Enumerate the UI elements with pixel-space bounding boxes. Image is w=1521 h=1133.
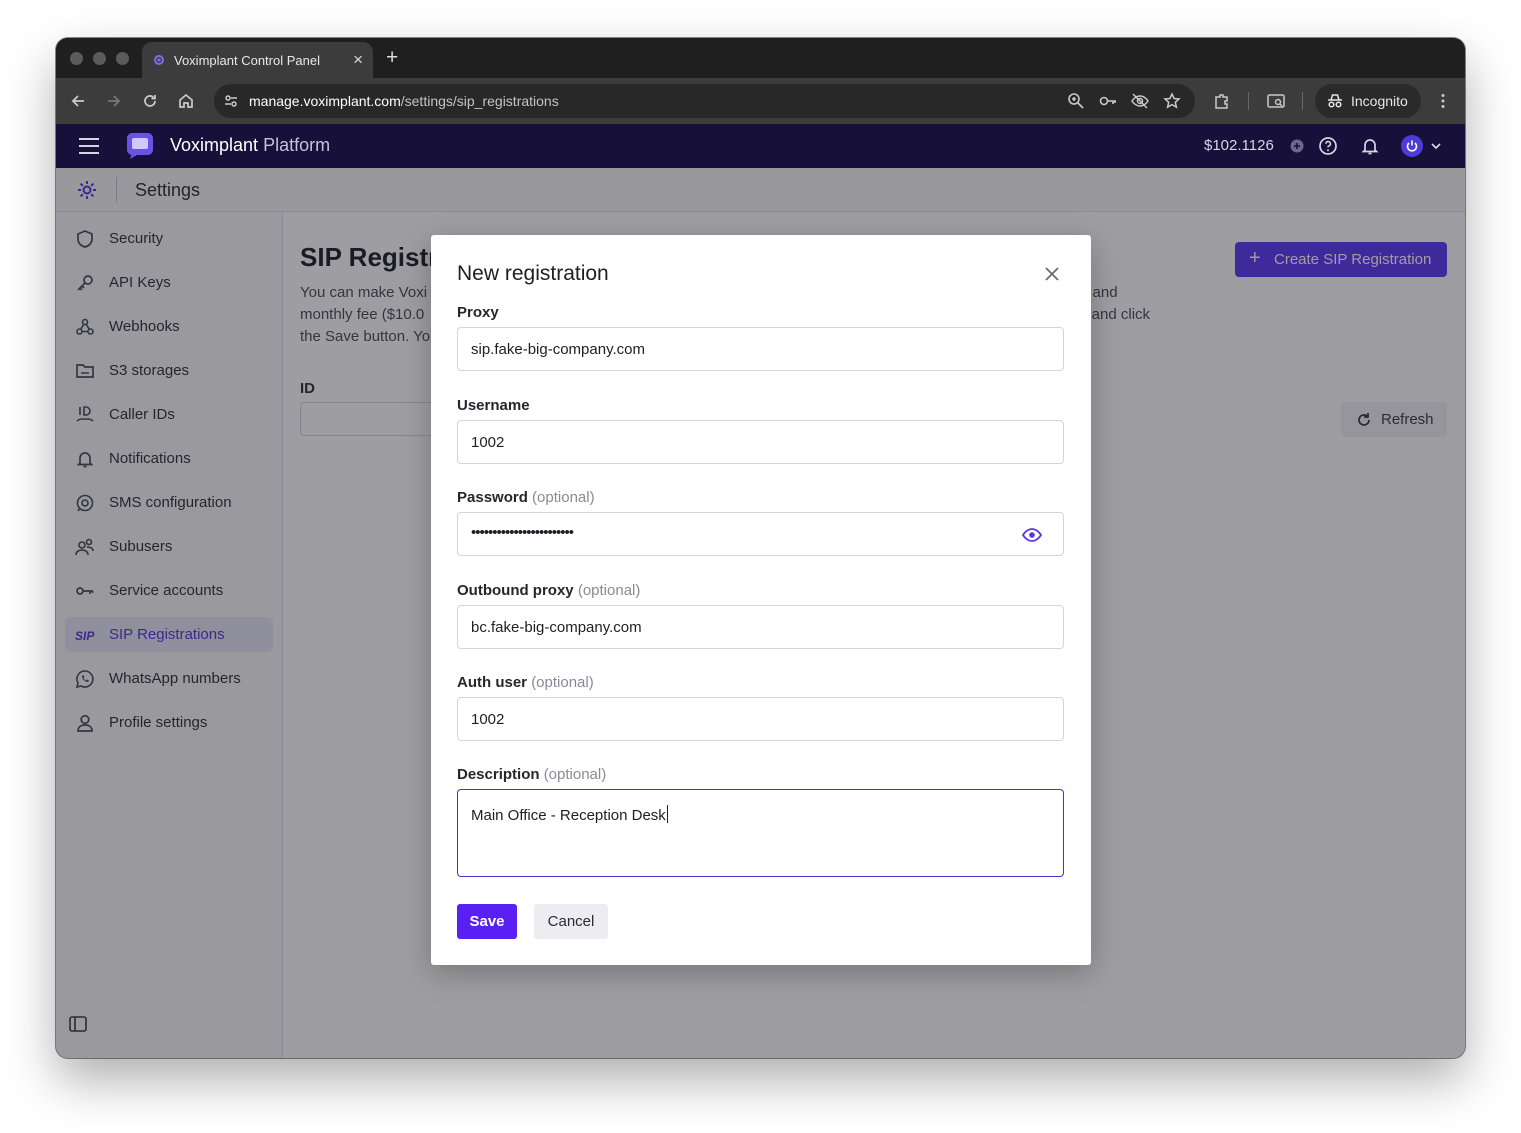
auth-user-label: Auth user (optional) — [457, 674, 594, 691]
address-bar[interactable]: manage.voximplant.com/settings/sip_regis… — [214, 84, 1195, 118]
text-caret — [666, 805, 668, 823]
url-text: manage.voximplant.com/settings/sip_regis… — [249, 93, 559, 109]
outbound-proxy-field[interactable]: bc.fake-big-company.com — [457, 605, 1064, 649]
incognito-badge[interactable]: Incognito — [1315, 84, 1421, 118]
incognito-icon — [1328, 94, 1342, 108]
proxy-label: Proxy — [457, 304, 499, 321]
username-field[interactable]: 1002 — [457, 420, 1064, 464]
maximize-window-button[interactable] — [116, 52, 129, 65]
minimize-window-button[interactable] — [93, 52, 106, 65]
hamburger-menu-icon[interactable] — [78, 136, 100, 156]
tab-close-icon[interactable]: × — [353, 50, 363, 70]
tab-title: Voximplant Control Panel — [174, 53, 320, 68]
app-header: Voximplant Platform $102.1126 — [56, 124, 1465, 168]
toolbar-divider — [1248, 92, 1249, 110]
user-avatar[interactable] — [1401, 135, 1423, 157]
password-field[interactable]: •••••••••••••••••••••••• — [457, 512, 1064, 556]
cancel-button[interactable]: Cancel — [534, 904, 608, 939]
browser-tab[interactable]: Voximplant Control Panel × — [142, 42, 373, 78]
tab-strip: Voximplant Control Panel × + — [56, 38, 1465, 78]
browser-window: Voximplant Control Panel × + manage.voxi… — [56, 38, 1465, 1058]
auth-user-field[interactable]: 1002 — [457, 697, 1064, 741]
extensions-icon[interactable] — [1212, 91, 1232, 111]
password-label: Password (optional) — [457, 489, 595, 506]
more-menu-icon[interactable] — [1433, 91, 1453, 111]
bookmark-star-icon[interactable] — [1162, 91, 1182, 111]
new-registration-dialog: New registration Proxy sip.fake-big-comp… — [431, 235, 1091, 965]
voximplant-logo-icon[interactable] — [125, 131, 155, 161]
notifications-bell-icon[interactable] — [1360, 136, 1380, 156]
browser-toolbar: manage.voximplant.com/settings/sip_regis… — [56, 78, 1465, 124]
site-settings-icon[interactable] — [221, 91, 241, 111]
description-label: Description (optional) — [457, 766, 607, 783]
username-label: Username — [457, 397, 530, 414]
show-password-eye-icon[interactable] — [1021, 524, 1043, 546]
power-icon — [1406, 140, 1418, 152]
save-button[interactable]: Save — [457, 904, 517, 939]
forward-arrow-icon[interactable] — [104, 91, 124, 111]
close-icon[interactable] — [1043, 265, 1061, 283]
description-textarea[interactable]: Main Office - Reception Desk — [457, 789, 1064, 877]
help-icon[interactable] — [1318, 136, 1338, 156]
proxy-field[interactable]: sip.fake-big-company.com — [457, 327, 1064, 371]
home-icon[interactable] — [176, 91, 196, 111]
app-title: Voximplant Platform — [170, 135, 331, 155]
outbound-proxy-label: Outbound proxy (optional) — [457, 582, 641, 599]
reload-icon[interactable] — [140, 91, 160, 111]
add-funds-icon[interactable] — [1290, 139, 1304, 153]
voximplant-favicon-icon — [154, 55, 164, 65]
back-arrow-icon[interactable] — [68, 91, 88, 111]
chevron-down-icon[interactable] — [1430, 141, 1442, 151]
close-window-button[interactable] — [70, 52, 83, 65]
tab-search-icon[interactable] — [1266, 91, 1286, 111]
dialog-title: New registration — [457, 262, 609, 285]
password-key-icon[interactable] — [1098, 91, 1118, 111]
new-tab-button[interactable]: + — [386, 45, 398, 71]
toolbar-divider — [1302, 92, 1303, 110]
zoom-icon[interactable] — [1066, 91, 1086, 111]
incognito-label: Incognito — [1351, 93, 1408, 109]
account-balance: $102.1126 — [1204, 137, 1274, 154]
eye-off-icon[interactable] — [1130, 91, 1150, 111]
